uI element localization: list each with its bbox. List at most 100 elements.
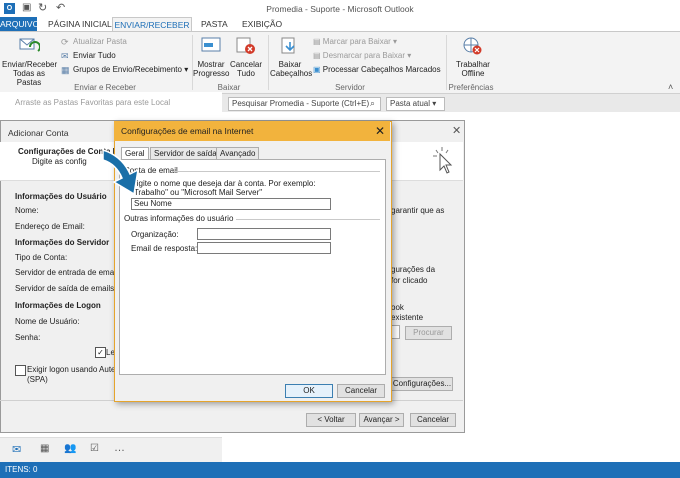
ok-button[interactable]: OK [285,384,333,398]
account-type-label: Tipo de Conta: [15,253,68,262]
collapse-ribbon-icon[interactable]: ˄ [668,82,673,92]
search-scope-select[interactable]: Pasta atual ▾ [386,97,445,111]
calendar-icon[interactable]: ▦ [40,443,49,454]
work-offline-label-1: Trabalhar [456,60,490,69]
account-settings-subheading: Digite as config [32,157,87,166]
ribbon-separator [446,35,447,90]
chevron-down-icon: ▾ [184,65,189,74]
people-icon[interactable]: 👥 [64,443,76,454]
other-info-section-label: Outras informações do usuário [124,214,234,223]
show-progress-label-2: Progresso [193,69,230,78]
tab-exibicao[interactable]: EXIBIÇÃO [242,17,282,31]
tab-pagina-inicial[interactable]: PÁGINA INICIAL [48,17,112,31]
cancel-all-label-1: Cancelar [229,60,262,69]
update-folder-icon: ⟳ [61,37,69,47]
show-progress-icon [201,37,221,55]
tab-arquivo[interactable]: ARQUIVO [0,17,39,31]
password-label: Senha: [15,333,41,342]
search-icon[interactable]: ⌕ [370,98,375,109]
browse-button[interactable]: Procurar [405,326,452,340]
right-info-text-4: ook [391,303,404,312]
items-count: ITENS: 0 [5,465,38,474]
mail-icon[interactable]: ✉ [12,443,21,456]
close-icon[interactable]: ✕ [375,124,385,138]
cursor-click-icon [430,146,456,176]
mark-to-download-button[interactable]: ▤ Marcar para Baixar ▾ [313,37,397,47]
send-receive-groups-label: Grupos de Envio/Recebimento [73,65,182,74]
process-marked-headers-label: Processar Cabeçalhos Marcados [322,65,441,74]
account-name-input[interactable]: Seu Nome [131,198,331,210]
ribbon-separator [268,35,269,90]
download-headers-button[interactable]: Baixar Cabeçalhos [270,60,312,78]
add-account-title: Adicionar Conta [8,128,69,138]
cancel-all-label-2: Tudo [237,69,255,78]
window-title: Promedia - Suporte - Microsoft Outlook [266,4,414,14]
download-headers-label-1: Baixar [278,60,302,69]
more-icon[interactable]: … [114,442,125,454]
organization-label: Organização: [131,230,179,239]
search-scope-label: Pasta atual [390,99,431,108]
dialog-cancel-button[interactable]: Cancelar [337,384,385,398]
show-progress-button[interactable]: Mostrar Progresso [193,60,229,78]
tab-pasta[interactable]: PASTA [201,17,228,31]
instruction-line-2: "Trabalho" ou "Microsoft Mail Server" [131,188,263,197]
reply-email-label: Email de resposta: [131,244,198,253]
tasks-icon[interactable]: ☑ [90,443,99,454]
unmark-to-download-label: Desmarcar para Baixar [322,51,406,60]
user-info-heading: Informações do Usuário [15,192,107,201]
right-info-text-1: garantir que as [391,206,445,215]
send-all-icon: ✉ [61,51,69,61]
server-info-heading: Informações do Servidor [15,238,110,247]
spa-checkbox[interactable] [15,365,26,376]
next-button[interactable]: Avançar > [359,413,404,427]
status-bar [0,462,680,478]
outgoing-server-label: Servidor de saída de emails (SN [15,284,131,293]
cancel-all-icon [236,37,256,55]
group-label-preferences: Preferências [448,83,494,92]
cancel-button[interactable]: Cancelar [410,413,456,427]
work-offline-label-2: Offline [461,69,485,78]
back-button[interactable]: < Voltar [306,413,356,427]
reply-email-input[interactable] [197,242,331,254]
pointer-arrow-icon [100,146,150,208]
work-offline-button[interactable]: Trabalhar Offline [453,60,493,78]
tab-enviar-receber[interactable]: ENVIAR/RECEBER [112,17,192,32]
send-receive-groups-button[interactable]: Grupos de Envio/Recebimento ▾ [73,65,188,75]
section-divider [236,219,380,220]
mark-to-download-label: Marcar para Baixar [322,37,391,46]
right-info-text-3: for clicado [391,276,428,285]
email-label: Endereço de Email: [15,222,85,231]
download-headers-icon [280,37,300,55]
incoming-server-label: Servidor de entrada de emails: [15,268,124,277]
cancel-all-button[interactable]: Cancelar Tudo [229,60,263,78]
group-label-server: Servidor [335,83,365,92]
chevron-down-icon: ▾ [432,99,437,108]
send-all-button[interactable]: Enviar Tudo [73,51,116,61]
unmark-to-download-icon: ▤ [313,51,321,60]
mark-to-download-icon: ▤ [313,37,321,46]
send-receive-all-icon [18,37,41,55]
right-info-text-2: gurações da [391,265,436,274]
remember-password-checkbox[interactable]: ✓ [95,347,106,358]
name-label: Nome: [15,206,39,215]
work-offline-icon [462,37,482,55]
show-progress-label-1: Mostrar [197,60,225,69]
spa-label-1: Exigir logon usando Auten [27,365,120,374]
update-folder-button[interactable]: Atualizar Pasta [73,37,127,47]
dialog-title: Configurações de email na Internet [121,126,254,136]
favorites-hint: Arraste as Pastas Favoritas para este Lo… [15,98,171,107]
search-input[interactable]: Pesquisar Promedia - Suporte (Ctrl+E) [228,97,381,111]
send-receive-groups-icon: ▦ [61,65,70,75]
navigation-bar [0,437,222,463]
unmark-to-download-button[interactable]: ▤ Desmarcar para Baixar ▾ [313,51,411,61]
instruction-line-1: Digite o nome que deseja dar à conta. Po… [131,179,316,188]
process-marked-headers-button[interactable]: ▣ Processar Cabeçalhos Marcados [313,65,441,75]
tab-servidor-saida[interactable]: Servidor de saída [150,147,221,159]
more-settings-button[interactable]: Configurações... [391,377,453,391]
section-divider [172,171,380,172]
close-icon[interactable]: ✕ [452,124,461,137]
organization-input[interactable] [197,228,331,240]
spa-label-2: (SPA) [27,375,48,384]
tab-avancado[interactable]: Avançado [216,147,260,159]
logon-info-heading: Informações de Logon [15,301,101,310]
